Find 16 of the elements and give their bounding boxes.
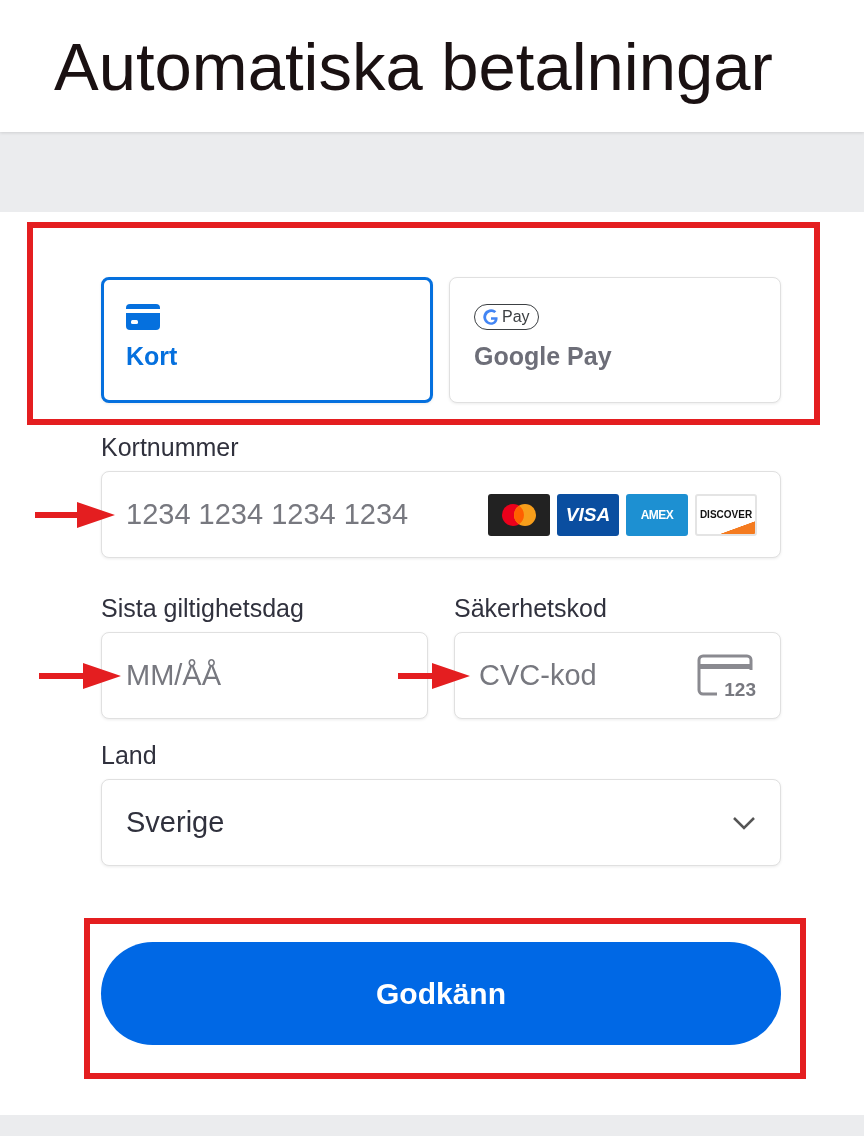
field-label: Säkerhetskod [454,594,608,623]
page-title: Automatiska betalningar [54,27,773,105]
payment-method-tab[interactable]: Kort [101,277,433,403]
payment-method-tab[interactable]: Pay Google Pay [449,277,781,403]
amex-logo: AMEX [626,493,688,536]
visa-logo: VISA [557,493,619,536]
mastercard-logo [488,493,550,536]
field-label: Land [101,741,158,770]
expiry-field[interactable]: MM/ÅÅ [101,632,428,719]
discover-logo: DISCOVER [695,493,757,536]
field-label: Kortnummer [101,433,240,462]
card-icon [126,304,160,330]
chevron-down-icon [732,815,756,830]
approve-button[interactable]: Godkänn [101,942,781,1045]
country-select[interactable]: Sverige [101,779,781,866]
field-label: Sista giltighetsdag [101,594,305,623]
